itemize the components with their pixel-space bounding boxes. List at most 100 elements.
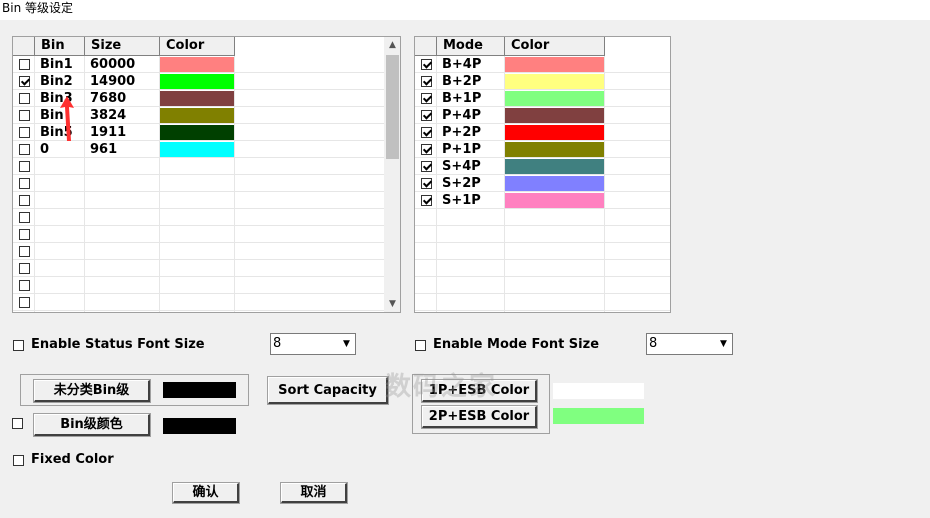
mode-row-checkbox[interactable] xyxy=(421,59,432,70)
bin-color-swatch[interactable] xyxy=(160,74,234,89)
row-checkbox[interactable] xyxy=(19,93,30,104)
bin-color-box[interactable] xyxy=(163,418,236,434)
grid-row-line xyxy=(13,259,384,260)
row-checkbox[interactable] xyxy=(19,76,30,87)
mode-name-cell[interactable]: B+1P xyxy=(442,90,481,107)
row-checkbox[interactable] xyxy=(19,59,30,70)
grid-column-line xyxy=(34,56,35,312)
mode-color-swatch[interactable] xyxy=(505,57,604,72)
grid-column-line xyxy=(436,56,437,312)
mode-row-checkbox[interactable] xyxy=(421,161,432,172)
mode-color-swatch[interactable] xyxy=(505,176,604,191)
grid-column-line xyxy=(84,56,85,312)
grid-row-line xyxy=(415,225,670,226)
row-header-corner xyxy=(415,37,437,56)
row-checkbox[interactable] xyxy=(19,127,30,138)
grid-row-line xyxy=(415,259,670,260)
mode-color-swatch[interactable] xyxy=(505,193,604,208)
row-checkbox[interactable] xyxy=(19,212,30,223)
scroll-up-icon[interactable]: ▲ xyxy=(384,37,400,54)
column-header-color[interactable]: Color xyxy=(160,37,235,56)
bin-size-cell[interactable]: 3824 xyxy=(90,107,126,124)
mode-name-cell[interactable]: S+4P xyxy=(442,158,481,175)
bin-color-checkbox[interactable] xyxy=(12,418,23,429)
row-checkbox[interactable] xyxy=(19,195,30,206)
row-checkbox[interactable] xyxy=(19,178,30,189)
mode-row-checkbox[interactable] xyxy=(421,93,432,104)
mode-name-cell[interactable]: P+4P xyxy=(442,107,481,124)
fixed-color-checkbox[interactable] xyxy=(13,455,24,466)
row-checkbox[interactable] xyxy=(19,229,30,240)
bin-name-cell[interactable]: 0 xyxy=(40,141,49,158)
row-checkbox[interactable] xyxy=(19,297,30,308)
mode-name-cell[interactable]: P+1P xyxy=(442,141,481,158)
ok-button[interactable]: 确认 xyxy=(172,482,240,504)
esb1-color-box[interactable] xyxy=(553,383,644,399)
mode-font-size-select[interactable]: 8 ▼ xyxy=(646,333,733,355)
mode-row-checkbox[interactable] xyxy=(421,144,432,155)
grid-row-line xyxy=(415,242,670,243)
mode-row-checkbox[interactable] xyxy=(421,195,432,206)
row-checkbox[interactable] xyxy=(19,263,30,274)
mode-name-cell[interactable]: S+2P xyxy=(442,175,481,192)
row-checkbox[interactable] xyxy=(19,280,30,291)
grid-row-line xyxy=(415,276,670,277)
grid-row-line xyxy=(13,191,384,192)
bin-size-cell[interactable]: 7680 xyxy=(90,90,126,107)
grid-row-line xyxy=(415,310,670,311)
column-header-color[interactable]: Color xyxy=(505,37,605,56)
mode-color-swatch[interactable] xyxy=(505,91,604,106)
column-header-mode[interactable]: Mode xyxy=(437,37,505,56)
unclassified-color-box[interactable] xyxy=(163,382,236,398)
bin-color-swatch[interactable] xyxy=(160,108,234,123)
row-checkbox[interactable] xyxy=(19,161,30,172)
sort-capacity-button[interactable]: Sort Capacity xyxy=(267,376,389,405)
esb2-color-box[interactable] xyxy=(553,408,644,424)
bin-name-cell[interactable]: Bin2 xyxy=(40,73,73,90)
bin-color-swatch[interactable] xyxy=(160,142,234,157)
mode-row-checkbox[interactable] xyxy=(421,110,432,121)
bin-name-cell[interactable]: Bin1 xyxy=(40,56,73,73)
cancel-button[interactable]: 取消 xyxy=(280,482,348,504)
mode-name-cell[interactable]: P+2P xyxy=(442,124,481,141)
bin-color-swatch[interactable] xyxy=(160,125,234,140)
bin-grid-scrollbar[interactable]: ▲ ▼ xyxy=(384,37,400,312)
column-header-size[interactable]: Size xyxy=(85,37,160,56)
mode-row-checkbox[interactable] xyxy=(421,127,432,138)
mode-font-label: Enable Mode Font Size xyxy=(433,337,600,352)
bin-size-cell[interactable]: 60000 xyxy=(90,56,135,73)
chevron-down-icon[interactable]: ▼ xyxy=(338,334,355,354)
mode-name-cell[interactable]: B+2P xyxy=(442,73,481,90)
mode-font-checkbox[interactable] xyxy=(415,340,426,351)
status-font-size-select[interactable]: 8 ▼ xyxy=(270,333,356,355)
row-checkbox[interactable] xyxy=(19,144,30,155)
esb2-color-button[interactable]: 2P+ESB Color xyxy=(421,405,538,429)
mode-color-swatch[interactable] xyxy=(505,108,604,123)
mode-color-swatch[interactable] xyxy=(505,159,604,174)
bin-color-swatch[interactable] xyxy=(160,57,234,72)
mode-row-checkbox[interactable] xyxy=(421,76,432,87)
column-header-bin[interactable]: Bin xyxy=(35,37,85,56)
bin-size-cell[interactable]: 961 xyxy=(90,141,117,158)
mode-color-swatch[interactable] xyxy=(505,125,604,140)
mode-grid[interactable]: Mode Color B+4P B+2P B+1P P+4P P+2P P+1P S+4P S… xyxy=(414,36,671,313)
bin-size-cell[interactable]: 14900 xyxy=(90,73,135,90)
red-arrow-pointer-icon xyxy=(60,96,74,141)
row-checkbox[interactable] xyxy=(19,246,30,257)
bin-color-button[interactable]: Bin级颜色 xyxy=(33,413,151,437)
row-checkbox[interactable] xyxy=(19,110,30,121)
unclassified-bin-button[interactable]: 未分类Bin级 xyxy=(33,379,151,403)
mode-name-cell[interactable]: S+1P xyxy=(442,192,481,209)
mode-color-swatch[interactable] xyxy=(505,74,604,89)
bin-size-cell[interactable]: 1911 xyxy=(90,124,126,141)
scroll-down-icon[interactable]: ▼ xyxy=(384,296,400,312)
bin-grid[interactable]: Bin Size Color ▲ ▼ Bin1 60000 Bin2 14900 Bin… xyxy=(12,36,401,313)
mode-row-checkbox[interactable] xyxy=(421,178,432,189)
mode-color-swatch[interactable] xyxy=(505,142,604,157)
chevron-down-icon[interactable]: ▼ xyxy=(715,334,732,354)
scrollbar-thumb[interactable] xyxy=(386,55,399,159)
bin-color-swatch[interactable] xyxy=(160,91,234,106)
mode-name-cell[interactable]: B+4P xyxy=(442,56,481,73)
status-font-size-value: 8 xyxy=(273,336,282,351)
status-font-checkbox[interactable] xyxy=(13,340,24,351)
